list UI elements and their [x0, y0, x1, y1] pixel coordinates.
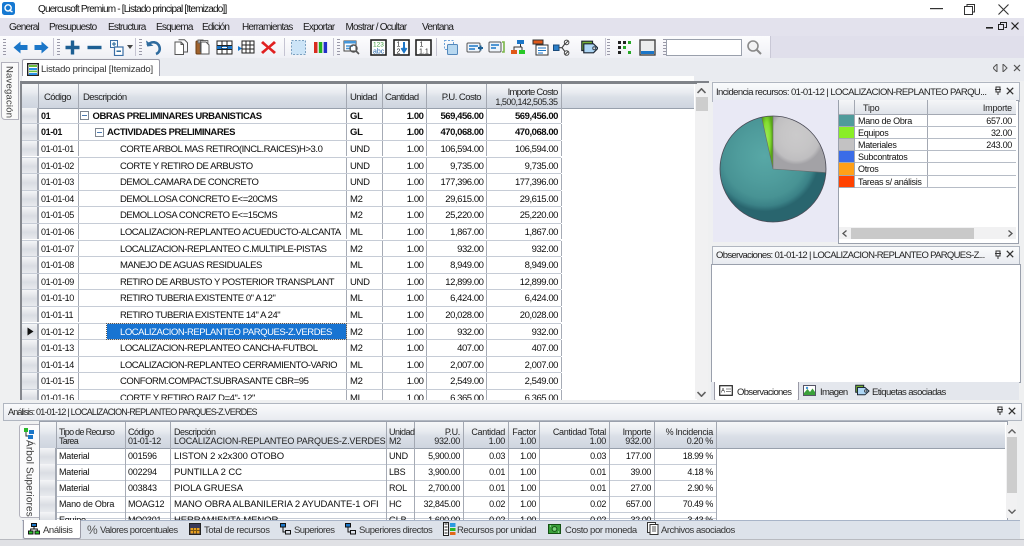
svg-text:abc: abc	[373, 49, 385, 56]
svg-text:123: 123	[373, 42, 384, 49]
svg-text:1: 1	[397, 42, 401, 49]
svg-text:2: 2	[397, 49, 401, 56]
svg-text:1: 1	[420, 42, 424, 49]
svg-text:A: A	[721, 389, 725, 395]
svg-text:1.1: 1.1	[419, 49, 429, 56]
